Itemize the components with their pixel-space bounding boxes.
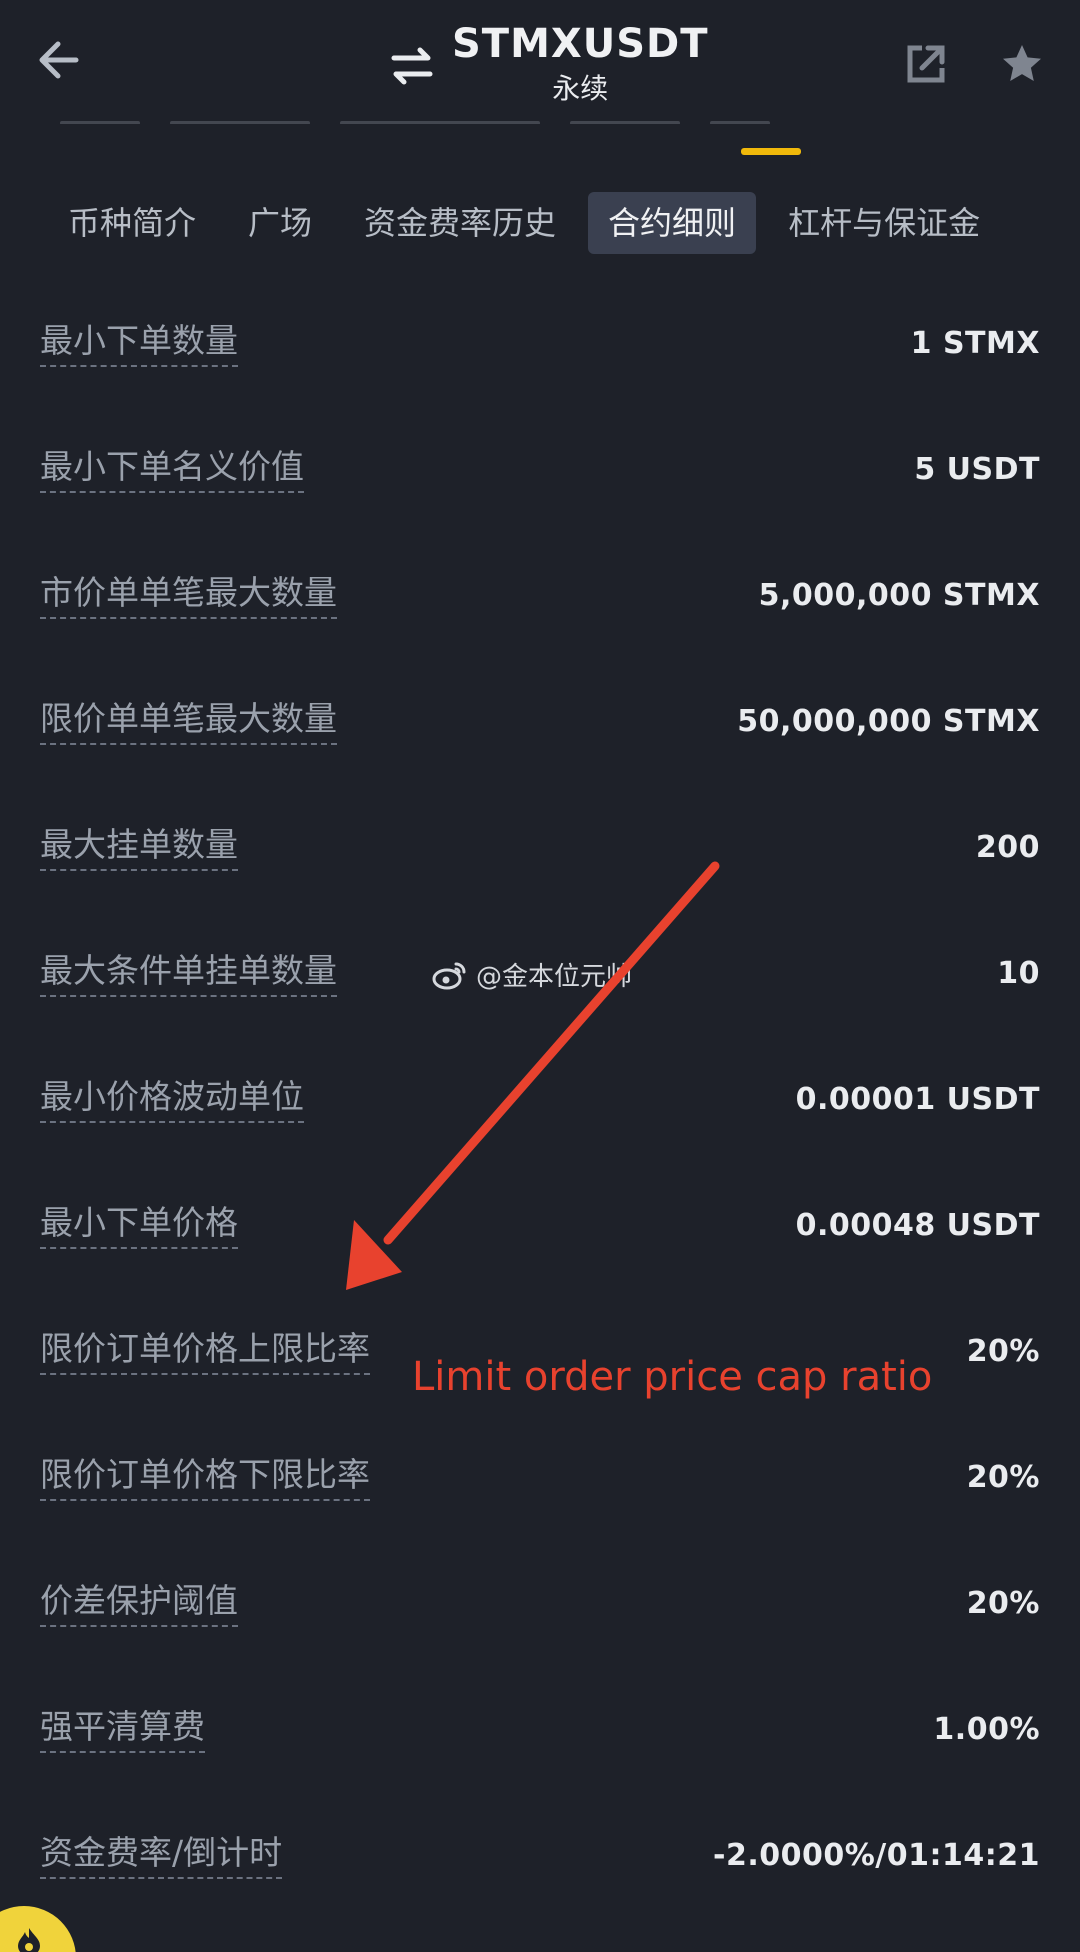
spec-row: 资金费率/倒计时 -2.0000%/01:14:21 xyxy=(0,1792,1080,1918)
tab-coin-intro[interactable]: 币种简介 xyxy=(48,192,216,254)
spec-value: 20% xyxy=(966,1459,1040,1495)
header: STMXUSDT 永续 xyxy=(0,0,1080,155)
flame-icon xyxy=(18,1928,40,1952)
spec-value: 5,000,000 STMX xyxy=(758,577,1040,613)
share-icon xyxy=(907,45,945,83)
spec-row: 最小价格波动单位 0.00001 USDT xyxy=(0,1036,1080,1162)
spec-value: 20% xyxy=(966,1333,1040,1369)
spec-label[interactable]: 最大挂单数量 xyxy=(40,823,238,871)
share-button[interactable] xyxy=(898,36,954,92)
spec-list: 最小下单数量 1 STMX 最小下单名义价值 5 USDT 市价单单笔最大数量 … xyxy=(0,280,1080,1918)
spec-value: 1 STMX xyxy=(910,325,1040,361)
spec-label[interactable]: 限价订单价格上限比率 xyxy=(40,1327,370,1375)
back-arrow-icon xyxy=(39,41,79,79)
spec-label[interactable]: 市价单单笔最大数量 xyxy=(40,571,337,619)
spec-value: -2.0000%/01:14:21 xyxy=(713,1837,1040,1873)
page-title: STMXUSDT xyxy=(452,21,709,67)
spec-row: 最小下单名义价值 5 USDT xyxy=(0,406,1080,532)
spec-label[interactable]: 强平清算费 xyxy=(40,1705,205,1753)
spec-value: 0.00001 USDT xyxy=(795,1081,1040,1117)
spec-row: 市价单单笔最大数量 5,000,000 STMX xyxy=(0,532,1080,658)
spec-value: 5 USDT xyxy=(914,451,1040,487)
weibo-icon xyxy=(432,962,466,989)
spec-value: 1.00% xyxy=(933,1711,1040,1747)
spec-value: 20% xyxy=(966,1585,1040,1621)
favorite-button[interactable] xyxy=(994,36,1050,92)
tab-leverage-margin[interactable]: 杠杆与保证金 xyxy=(768,192,1000,254)
spec-label[interactable]: 最小下单价格 xyxy=(40,1201,238,1249)
spec-label[interactable]: 价差保护阈值 xyxy=(40,1579,238,1627)
star-icon xyxy=(1003,45,1041,81)
spec-row: 最小下单数量 1 STMX xyxy=(0,280,1080,406)
spec-label[interactable]: 最小下单名义价值 xyxy=(40,445,304,493)
spec-row: 价差保护阈值 20% xyxy=(0,1540,1080,1666)
contract-type-label: 永续 xyxy=(552,72,609,105)
spec-label[interactable]: 资金费率/倒计时 xyxy=(40,1831,283,1879)
spec-row: 最大挂单数量 200 xyxy=(0,784,1080,910)
tab-square[interactable]: 广场 xyxy=(228,192,332,254)
hidden-tab-row-edge xyxy=(60,110,820,124)
spec-value: 50,000,000 STMX xyxy=(737,703,1040,739)
spec-row: 限价单单笔最大数量 50,000,000 STMX xyxy=(0,658,1080,784)
spec-row: 限价订单价格下限比率 20% xyxy=(0,1414,1080,1540)
contract-specs-page: STMXUSDT 永续 币种简介 广场 资金费率历史 合约细则 杠杆与保证金 最… xyxy=(0,0,1080,1952)
active-tab-indicator xyxy=(741,148,801,155)
spec-label[interactable]: 限价订单价格下限比率 xyxy=(40,1453,370,1501)
spec-value: 200 xyxy=(975,829,1040,865)
spec-value: 10 xyxy=(997,955,1040,991)
swap-icon xyxy=(391,47,433,85)
spec-label[interactable]: 最小下单数量 xyxy=(40,319,238,367)
annotation-caption: Limit order price cap ratio xyxy=(412,1354,933,1400)
spec-row: 强平清算费 1.00% xyxy=(0,1666,1080,1792)
tab-funding-history[interactable]: 资金费率历史 xyxy=(344,192,576,254)
spec-label[interactable]: 最小价格波动单位 xyxy=(40,1075,304,1123)
sub-tabs: 币种简介 广场 资金费率历史 合约细则 杠杆与保证金 xyxy=(0,190,1080,256)
spec-label[interactable]: 最大条件单挂单数量 xyxy=(40,949,337,997)
spec-value: 0.00048 USDT xyxy=(795,1207,1040,1243)
back-button[interactable] xyxy=(30,30,90,90)
spec-label[interactable]: 限价单单笔最大数量 xyxy=(40,697,337,745)
spec-row: 最小下单价格 0.00048 USDT xyxy=(0,1162,1080,1288)
tab-contract-specs[interactable]: 合约细则 xyxy=(588,192,757,254)
title-block[interactable]: STMXUSDT 永续 xyxy=(390,18,709,108)
watermark: @金本位元帅 xyxy=(432,956,632,993)
watermark-text: @金本位元帅 xyxy=(476,962,633,992)
